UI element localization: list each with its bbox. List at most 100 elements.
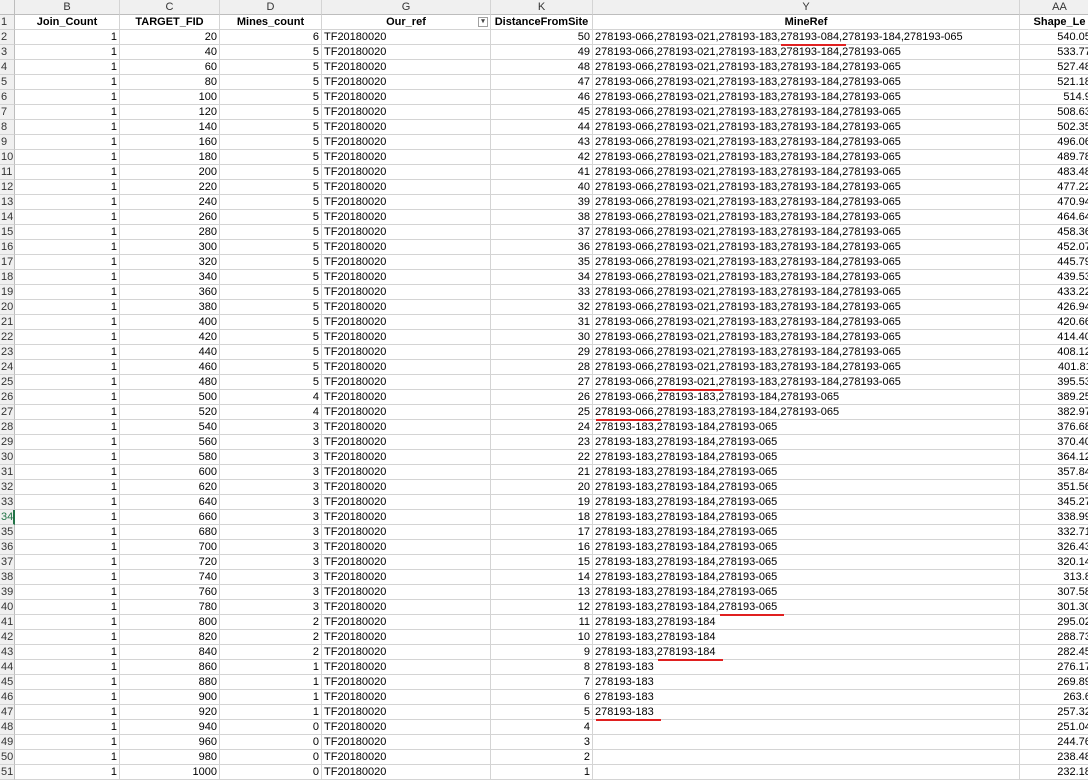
cell-distance-from-site[interactable]: 37: [491, 225, 593, 240]
cell-join-count[interactable]: 1: [15, 510, 120, 525]
cell-join-count[interactable]: 1: [15, 690, 120, 705]
cell-distance-from-site[interactable]: 34: [491, 270, 593, 285]
cell-distance-from-site[interactable]: 7: [491, 675, 593, 690]
cell-target-fid[interactable]: 220: [120, 180, 220, 195]
cell-join-count[interactable]: 1: [15, 555, 120, 570]
filter-dropdown-icon[interactable]: ▾: [478, 17, 488, 27]
cell-our-ref[interactable]: TF20180020: [322, 360, 491, 375]
cell-our-ref[interactable]: TF20180020: [322, 690, 491, 705]
cell-shape-length[interactable]: 326.431: [1020, 540, 1088, 555]
cell-target-fid[interactable]: 940: [120, 720, 220, 735]
cell-distance-from-site[interactable]: 33: [491, 285, 593, 300]
cell-target-fid[interactable]: 920: [120, 705, 220, 720]
row-number[interactable]: 23: [0, 345, 15, 360]
cell-join-count[interactable]: 1: [15, 525, 120, 540]
cell-join-count[interactable]: 1: [15, 345, 120, 360]
cell-mine-ref[interactable]: 278193-066,278193-021,278193-183,278193-…: [593, 240, 1020, 255]
cell-distance-from-site[interactable]: 9: [491, 645, 593, 660]
cell-join-count[interactable]: 1: [15, 180, 120, 195]
cell-our-ref[interactable]: TF20180020: [322, 315, 491, 330]
cell-mine-ref[interactable]: 278193-183,278193-184,278193-065: [593, 495, 1020, 510]
cell-mines-count[interactable]: 5: [220, 345, 322, 360]
cell-join-count[interactable]: 1: [15, 735, 120, 750]
cell-mines-count[interactable]: 0: [220, 750, 322, 765]
row-number[interactable]: 18: [0, 270, 15, 285]
cell-distance-from-site[interactable]: 6: [491, 690, 593, 705]
cell-distance-from-site[interactable]: 16: [491, 540, 593, 555]
cell-distance-from-site[interactable]: 30: [491, 330, 593, 345]
cell-our-ref[interactable]: TF20180020: [322, 135, 491, 150]
cell-mine-ref[interactable]: 278193-066,278193-021,278193-183,278193-…: [593, 360, 1020, 375]
cell-shape-length[interactable]: 489.784: [1020, 150, 1088, 165]
cell-target-fid[interactable]: 260: [120, 210, 220, 225]
cell-target-fid[interactable]: 200: [120, 165, 220, 180]
cell-our-ref[interactable]: TF20180020: [322, 540, 491, 555]
cell-join-count[interactable]: 1: [15, 75, 120, 90]
cell-join-count[interactable]: 1: [15, 585, 120, 600]
cell-our-ref[interactable]: TF20180020: [322, 60, 491, 75]
cell-mines-count[interactable]: 3: [220, 540, 322, 555]
cell-mine-ref[interactable]: 278193-183,278193-184,278193-065: [593, 555, 1020, 570]
cell-shape-length[interactable]: 382.971: [1020, 405, 1088, 420]
header-our-ref[interactable]: Our_ref ▾: [322, 15, 491, 30]
cell-shape-length[interactable]: 288.738: [1020, 630, 1088, 645]
cell-join-count[interactable]: 1: [15, 105, 120, 120]
cell-target-fid[interactable]: 720: [120, 555, 220, 570]
row-number[interactable]: 43: [0, 645, 15, 660]
column-header-Y[interactable]: Y: [593, 0, 1020, 15]
header-target-fid[interactable]: TARGET_FID: [120, 15, 220, 30]
row-number[interactable]: 1: [0, 15, 15, 30]
cell-distance-from-site[interactable]: 29: [491, 345, 593, 360]
cell-target-fid[interactable]: 360: [120, 285, 220, 300]
cell-shape-length[interactable]: 433.229: [1020, 285, 1088, 300]
cell-shape-length[interactable]: 320.149: [1020, 555, 1088, 570]
cell-shape-length[interactable]: 439.539: [1020, 270, 1088, 285]
cell-join-count[interactable]: 1: [15, 660, 120, 675]
cell-our-ref[interactable]: TF20180020: [322, 555, 491, 570]
cell-shape-length[interactable]: 540.053: [1020, 30, 1088, 45]
cell-distance-from-site[interactable]: 27: [491, 375, 593, 390]
cell-our-ref[interactable]: TF20180020: [322, 345, 491, 360]
cell-our-ref[interactable]: TF20180020: [322, 525, 491, 540]
row-number[interactable]: 28: [0, 420, 15, 435]
cell-target-fid[interactable]: 880: [120, 675, 220, 690]
cell-mine-ref[interactable]: 278193-066,278193-021,278193-183,278193-…: [593, 30, 1020, 45]
cell-mine-ref[interactable]: 278193-066,278193-021,278193-183,278193-…: [593, 330, 1020, 345]
row-number[interactable]: 14: [0, 210, 15, 225]
row-number[interactable]: 16: [0, 240, 15, 255]
cell-mine-ref[interactable]: 278193-066,278193-021,278193-183,278193-…: [593, 300, 1020, 315]
cell-shape-length[interactable]: 364.124: [1020, 450, 1088, 465]
cell-mine-ref[interactable]: 278193-183: [593, 690, 1020, 705]
cell-our-ref[interactable]: TF20180020: [322, 510, 491, 525]
cell-target-fid[interactable]: 100: [120, 90, 220, 105]
cell-join-count[interactable]: 1: [15, 150, 120, 165]
cell-mines-count[interactable]: 5: [220, 255, 322, 270]
cell-distance-from-site[interactable]: 47: [491, 75, 593, 90]
row-number[interactable]: 46: [0, 690, 15, 705]
cell-our-ref[interactable]: TF20180020: [322, 675, 491, 690]
column-header-B[interactable]: B: [15, 0, 120, 15]
cell-distance-from-site[interactable]: 46: [491, 90, 593, 105]
cell-mines-count[interactable]: 0: [220, 765, 322, 780]
cell-mine-ref[interactable]: 278193-066,278193-021,278193-183,278193-…: [593, 45, 1020, 60]
cell-our-ref[interactable]: TF20180020: [322, 30, 491, 45]
column-header-K[interactable]: K: [491, 0, 593, 15]
cell-shape-length[interactable]: 533.776: [1020, 45, 1088, 60]
cell-our-ref[interactable]: TF20180020: [322, 465, 491, 480]
cell-our-ref[interactable]: TF20180020: [322, 120, 491, 135]
cell-target-fid[interactable]: 800: [120, 615, 220, 630]
cell-shape-length[interactable]: 338.995: [1020, 510, 1088, 525]
cell-shape-length[interactable]: 464.647: [1020, 210, 1088, 225]
cell-our-ref[interactable]: TF20180020: [322, 645, 491, 660]
cell-distance-from-site[interactable]: 50: [491, 30, 593, 45]
cell-shape-length[interactable]: 313.86: [1020, 570, 1088, 585]
cell-distance-from-site[interactable]: 17: [491, 525, 593, 540]
cell-mines-count[interactable]: 5: [220, 315, 322, 330]
cell-target-fid[interactable]: 1000: [120, 765, 220, 780]
row-number[interactable]: 35: [0, 525, 15, 540]
cell-join-count[interactable]: 1: [15, 750, 120, 765]
cell-our-ref[interactable]: TF20180020: [322, 210, 491, 225]
cell-target-fid[interactable]: 620: [120, 480, 220, 495]
cell-mines-count[interactable]: 5: [220, 285, 322, 300]
cell-join-count[interactable]: 1: [15, 90, 120, 105]
